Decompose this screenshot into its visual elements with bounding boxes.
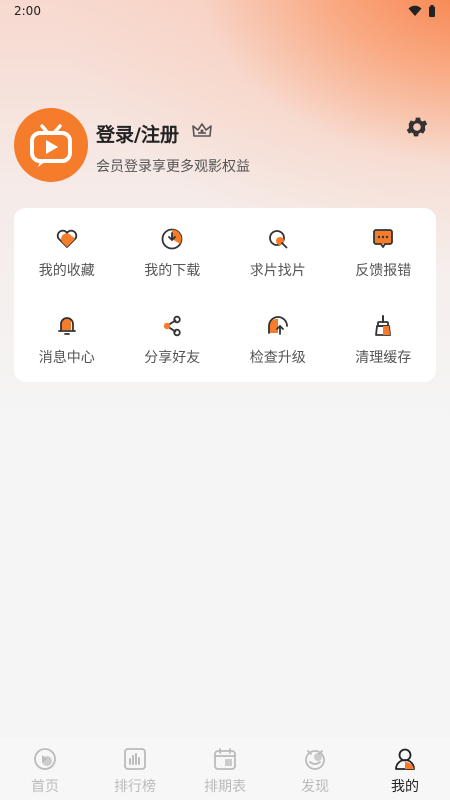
avatar[interactable] xyxy=(14,108,88,182)
tab-discover[interactable]: 发现 xyxy=(270,738,360,800)
menu-item-clear-cache[interactable]: 清理缓存 xyxy=(331,295,437,382)
home-icon xyxy=(34,748,56,770)
wifi-icon xyxy=(408,5,422,16)
tab-label: 排行榜 xyxy=(114,779,156,795)
tab-label: 排期表 xyxy=(204,779,246,795)
bottom-tab-bar: 首页 排行榜 排期表 发现 我的 xyxy=(0,738,450,800)
menu-item-label: 求片找片 xyxy=(249,263,306,279)
calendar-icon xyxy=(214,748,236,770)
status-time: 2:00 xyxy=(14,4,41,18)
menu-item-feedback[interactable]: 反馈报错 xyxy=(331,208,437,295)
tab-mine[interactable]: 我的 xyxy=(360,738,450,800)
login-register-link[interactable]: 登录/注册 xyxy=(96,120,179,147)
menu-item-label: 我的收藏 xyxy=(38,263,95,279)
menu-item-favorites[interactable]: 我的收藏 xyxy=(14,208,120,295)
tv-play-logo-icon xyxy=(30,124,72,167)
menu-item-label: 检查升级 xyxy=(249,350,306,366)
broom-icon xyxy=(375,315,392,336)
menu-item-check-update[interactable]: 检查升级 xyxy=(225,295,331,382)
login-subtitle: 会员登录享更多观影权益 xyxy=(96,159,250,175)
heart-icon xyxy=(56,229,77,248)
tab-schedule[interactable]: 排期表 xyxy=(180,738,270,800)
crown-icon xyxy=(192,123,212,137)
menu-item-messages[interactable]: 消息中心 xyxy=(14,295,120,382)
menu-item-share[interactable]: 分享好友 xyxy=(120,295,226,382)
profile-icon xyxy=(395,748,415,770)
tab-label: 我的 xyxy=(391,779,419,795)
tab-home[interactable]: 首页 xyxy=(0,738,90,800)
status-icons xyxy=(408,5,436,17)
feedback-icon xyxy=(373,229,394,248)
search-film-icon xyxy=(268,230,288,249)
gear-icon[interactable] xyxy=(404,114,430,140)
bell-icon xyxy=(57,317,76,335)
ranking-icon xyxy=(124,748,146,770)
upgrade-icon xyxy=(267,316,288,335)
tab-label: 发现 xyxy=(301,779,329,795)
menu-grid: 我的收藏 我的下载 求片找片 反馈报错 消息中心 分享好友 检查升级 清理缓存 xyxy=(14,208,436,382)
menu-item-label: 我的下载 xyxy=(144,263,201,279)
menu-item-downloads[interactable]: 我的下载 xyxy=(120,208,226,295)
share-icon xyxy=(164,315,181,337)
status-bar: 2:00 xyxy=(0,0,450,22)
download-icon xyxy=(161,228,183,250)
menu-item-label: 反馈报错 xyxy=(355,263,412,279)
menu-item-label: 消息中心 xyxy=(38,350,95,366)
tab-ranking[interactable]: 排行榜 xyxy=(90,738,180,800)
menu-item-label: 清理缓存 xyxy=(355,350,412,366)
menu-card: 我的收藏 我的下载 求片找片 反馈报错 消息中心 分享好友 检查升级 清理缓存 xyxy=(14,208,436,382)
menu-item-request-film[interactable]: 求片找片 xyxy=(225,208,331,295)
tab-label: 首页 xyxy=(31,779,59,795)
discover-icon xyxy=(305,750,325,770)
menu-item-label: 分享好友 xyxy=(144,350,201,366)
profile-header[interactable]: 登录/注册 会员登录享更多观影权益 xyxy=(14,108,434,184)
battery-icon xyxy=(429,5,435,17)
